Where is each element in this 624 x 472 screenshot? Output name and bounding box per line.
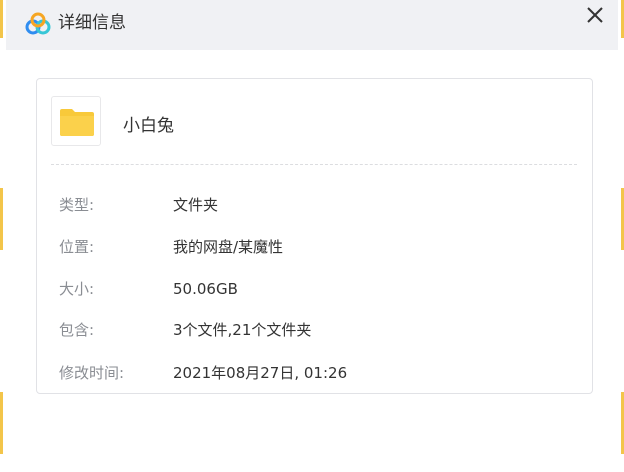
detail-value: 2021年08月27日, 01:26 <box>173 364 348 382</box>
background-edge <box>0 392 3 454</box>
dialog-titlebar: 详细信息 <box>6 0 618 50</box>
close-icon[interactable] <box>582 2 608 28</box>
detail-value: 文件夹 <box>173 196 219 214</box>
background-edge <box>0 0 3 38</box>
detail-value: 3个文件,21个文件夹 <box>173 321 312 339</box>
detail-label: 包含: <box>59 321 95 339</box>
cloud-logo-icon <box>25 12 51 35</box>
detail-label: 位置: <box>59 238 95 256</box>
file-name: 小白兔 <box>123 116 174 136</box>
detail-value: 我的网盘/某魔性 <box>173 238 284 256</box>
details-dialog: 详细信息 小白兔 类型: 文件夹 位置: 我的网盘/某魔性 大小: 50.06G… <box>6 0 618 472</box>
detail-value: 50.06GB <box>173 280 238 298</box>
detail-label: 类型: <box>59 196 95 214</box>
divider <box>51 164 577 165</box>
detail-label: 修改时间: <box>59 364 125 382</box>
folder-icon <box>60 109 94 136</box>
file-thumbnail <box>51 96 101 146</box>
detail-label: 大小: <box>59 280 95 298</box>
details-card: 小白兔 类型: 文件夹 位置: 我的网盘/某魔性 大小: 50.06GB 包含:… <box>36 78 593 394</box>
background-edge <box>0 188 3 250</box>
dialog-title: 详细信息 <box>58 13 126 33</box>
